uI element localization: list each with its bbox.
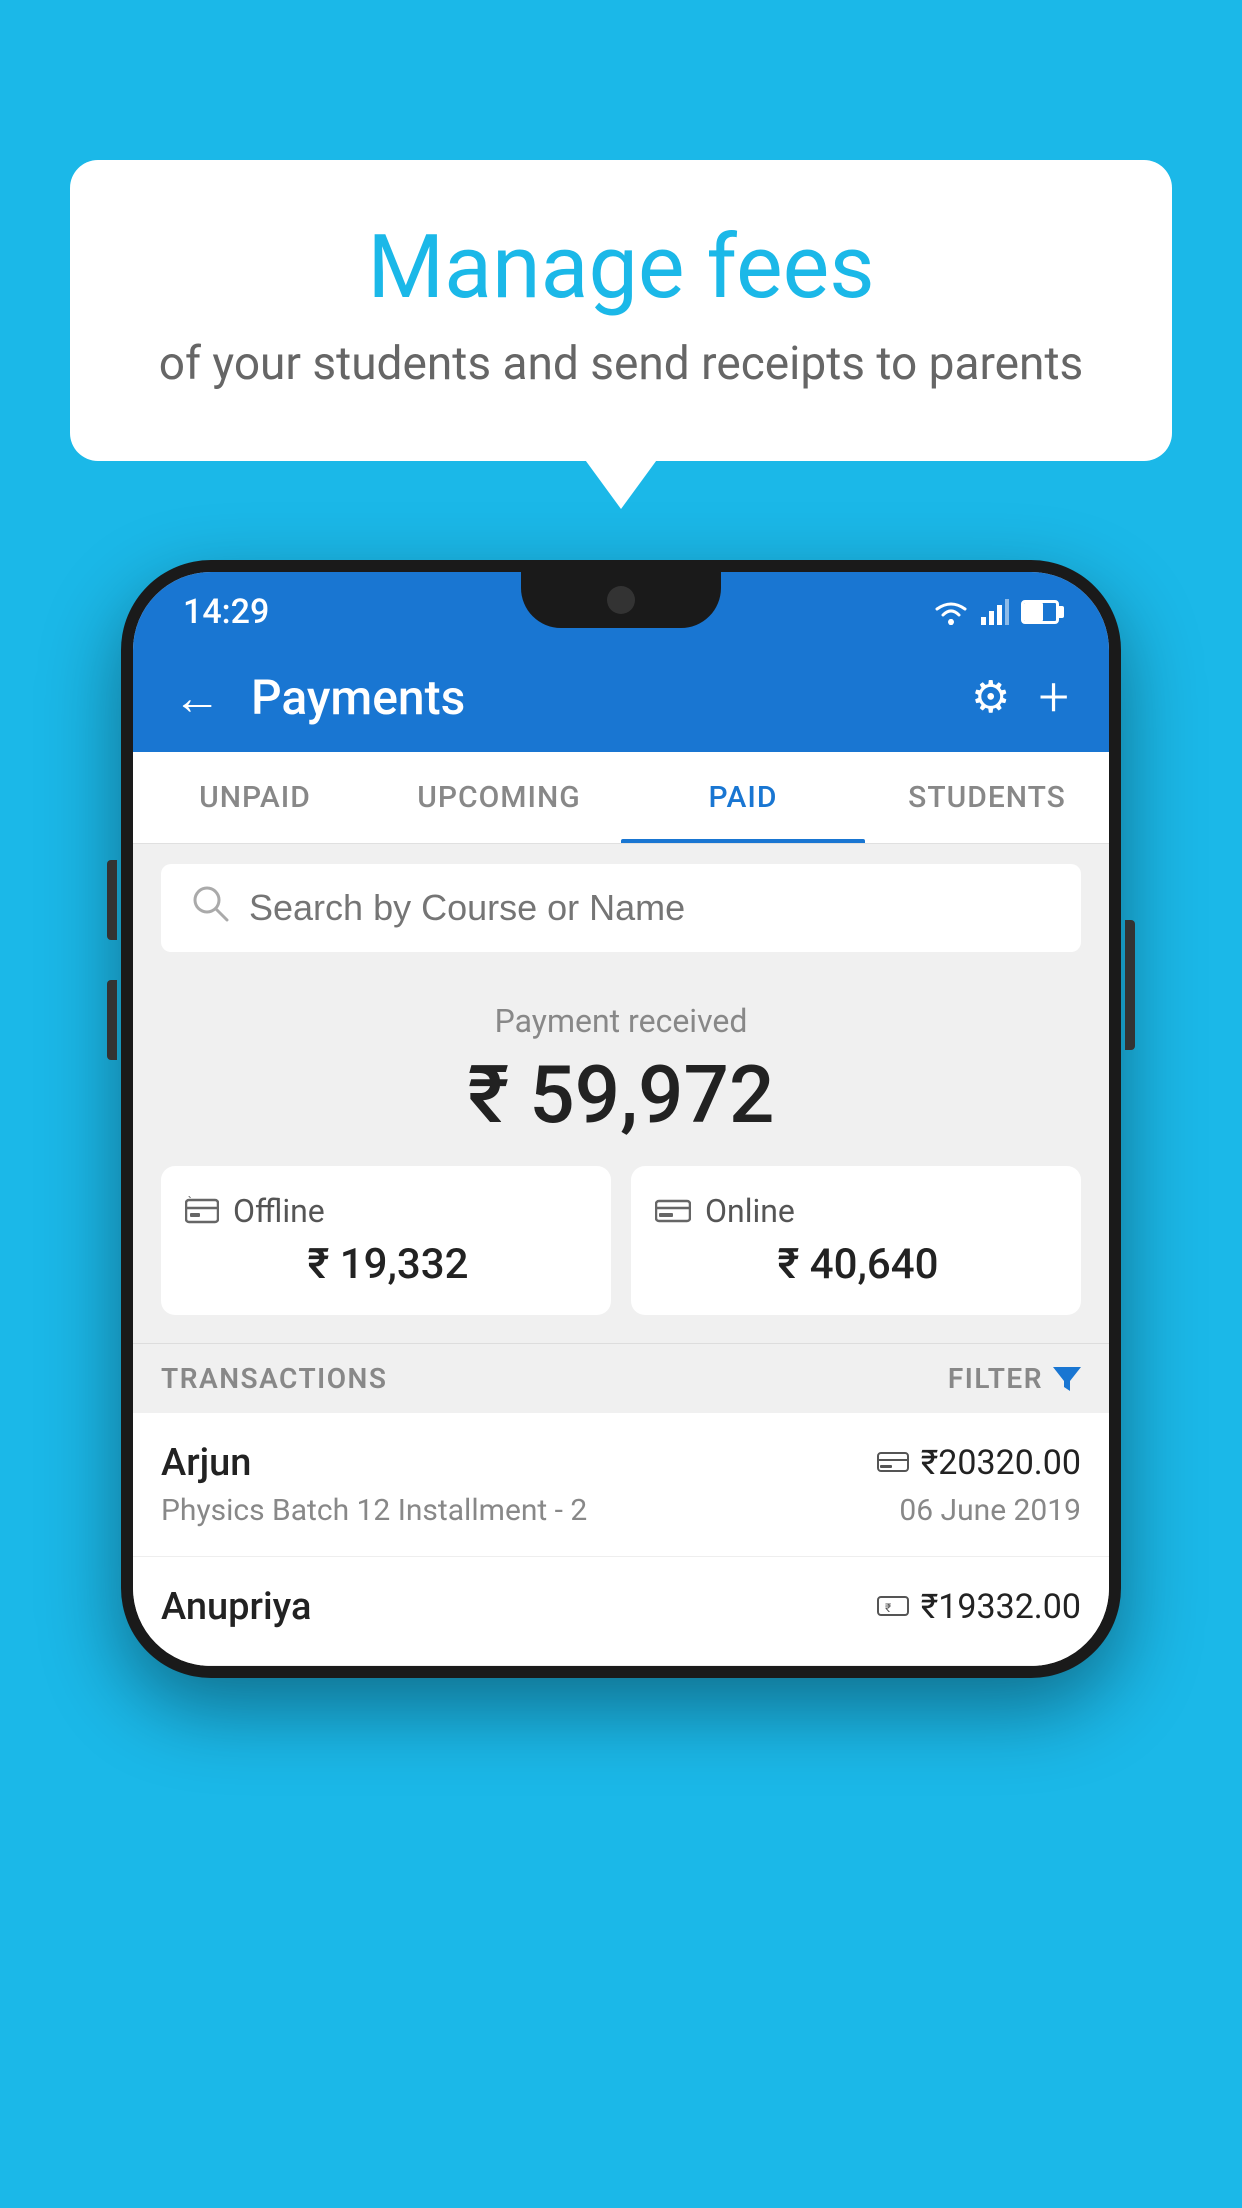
wifi-icon bbox=[933, 599, 969, 625]
app-bar-title: Payments bbox=[251, 669, 941, 726]
search-input[interactable] bbox=[249, 887, 1051, 929]
status-time: 14:29 bbox=[183, 592, 269, 632]
online-card: Online ₹ 40,640 bbox=[631, 1166, 1081, 1315]
table-row[interactable]: Arjun ₹20320.00 Physics Batch 12 Install… bbox=[133, 1413, 1109, 1557]
tabs-bar: UNPAID UPCOMING PAID STUDENTS bbox=[133, 752, 1109, 844]
offline-payment-icon-small: ₹ bbox=[877, 1595, 909, 1619]
transaction-amount-wrap: ₹ ₹19332.00 bbox=[877, 1587, 1081, 1627]
add-icon[interactable]: + bbox=[1038, 666, 1069, 729]
transaction-amount: ₹20320.00 bbox=[921, 1443, 1081, 1483]
online-card-header: Online bbox=[655, 1192, 1057, 1230]
transaction-name: Arjun bbox=[161, 1441, 251, 1485]
app-bar: ← Payments ⚙ + bbox=[133, 642, 1109, 752]
payment-summary: Payment received ₹ 59,972 ₹ Offline bbox=[133, 972, 1109, 1343]
filter-icon bbox=[1053, 1367, 1081, 1391]
phone-screen: 14:29 bbox=[133, 572, 1109, 1666]
speech-bubble: Manage fees of your students and send re… bbox=[70, 160, 1172, 461]
payment-cards: ₹ Offline ₹ 19,332 bbox=[161, 1166, 1081, 1315]
transaction-list: Arjun ₹20320.00 Physics Batch 12 Install… bbox=[133, 1413, 1109, 1666]
transaction-amount-wrap: ₹20320.00 bbox=[877, 1443, 1081, 1483]
back-button[interactable]: ← bbox=[173, 669, 221, 726]
tab-unpaid[interactable]: UNPAID bbox=[133, 752, 377, 843]
transactions-header: TRANSACTIONS FILTER bbox=[133, 1343, 1109, 1413]
offline-card: ₹ Offline ₹ 19,332 bbox=[161, 1166, 611, 1315]
online-amount: ₹ 40,640 bbox=[655, 1240, 1057, 1289]
signal-icon bbox=[981, 599, 1009, 625]
tab-paid[interactable]: PAID bbox=[621, 752, 865, 843]
search-box[interactable] bbox=[161, 864, 1081, 952]
front-camera bbox=[607, 586, 635, 614]
tab-upcoming[interactable]: UPCOMING bbox=[377, 752, 621, 843]
settings-icon[interactable]: ⚙ bbox=[971, 671, 1010, 723]
battery-icon bbox=[1021, 600, 1059, 624]
online-payment-icon bbox=[655, 1197, 691, 1225]
payment-received-label: Payment received bbox=[161, 1002, 1081, 1040]
volume-up-button bbox=[107, 860, 117, 940]
filter-button[interactable]: FILTER bbox=[948, 1362, 1081, 1395]
phone-wrapper: 14:29 bbox=[121, 560, 1121, 1678]
phone-frame: 14:29 bbox=[121, 560, 1121, 1678]
tab-students[interactable]: STUDENTS bbox=[865, 752, 1109, 843]
online-label: Online bbox=[705, 1192, 795, 1230]
transactions-label: TRANSACTIONS bbox=[161, 1362, 387, 1395]
offline-card-header: ₹ Offline bbox=[185, 1192, 587, 1230]
volume-down-button bbox=[107, 980, 117, 1060]
transaction-date: 06 June 2019 bbox=[899, 1493, 1081, 1528]
table-row[interactable]: Anupriya ₹ ₹19332.00 bbox=[133, 1557, 1109, 1666]
phone-notch bbox=[521, 572, 721, 628]
status-icons bbox=[933, 599, 1059, 625]
app-bar-actions: ⚙ + bbox=[971, 666, 1069, 729]
transaction-detail: Physics Batch 12 Installment - 2 bbox=[161, 1493, 587, 1528]
payment-total-amount: ₹ 59,972 bbox=[161, 1048, 1081, 1142]
search-icon bbox=[191, 884, 229, 932]
offline-amount: ₹ 19,332 bbox=[185, 1240, 587, 1289]
transaction-amount: ₹19332.00 bbox=[921, 1587, 1081, 1627]
bubble-title: Manage fees bbox=[120, 220, 1122, 317]
offline-label: Offline bbox=[233, 1192, 325, 1230]
filter-label: FILTER bbox=[948, 1362, 1043, 1395]
search-container bbox=[133, 844, 1109, 972]
svg-text:₹: ₹ bbox=[187, 1196, 192, 1201]
transaction-name: Anupriya bbox=[161, 1585, 311, 1629]
online-payment-icon-small bbox=[877, 1451, 909, 1475]
bubble-subtitle: of your students and send receipts to pa… bbox=[120, 337, 1122, 391]
power-button bbox=[1125, 920, 1135, 1050]
offline-payment-icon: ₹ bbox=[185, 1196, 219, 1226]
svg-text:₹: ₹ bbox=[885, 1601, 891, 1615]
